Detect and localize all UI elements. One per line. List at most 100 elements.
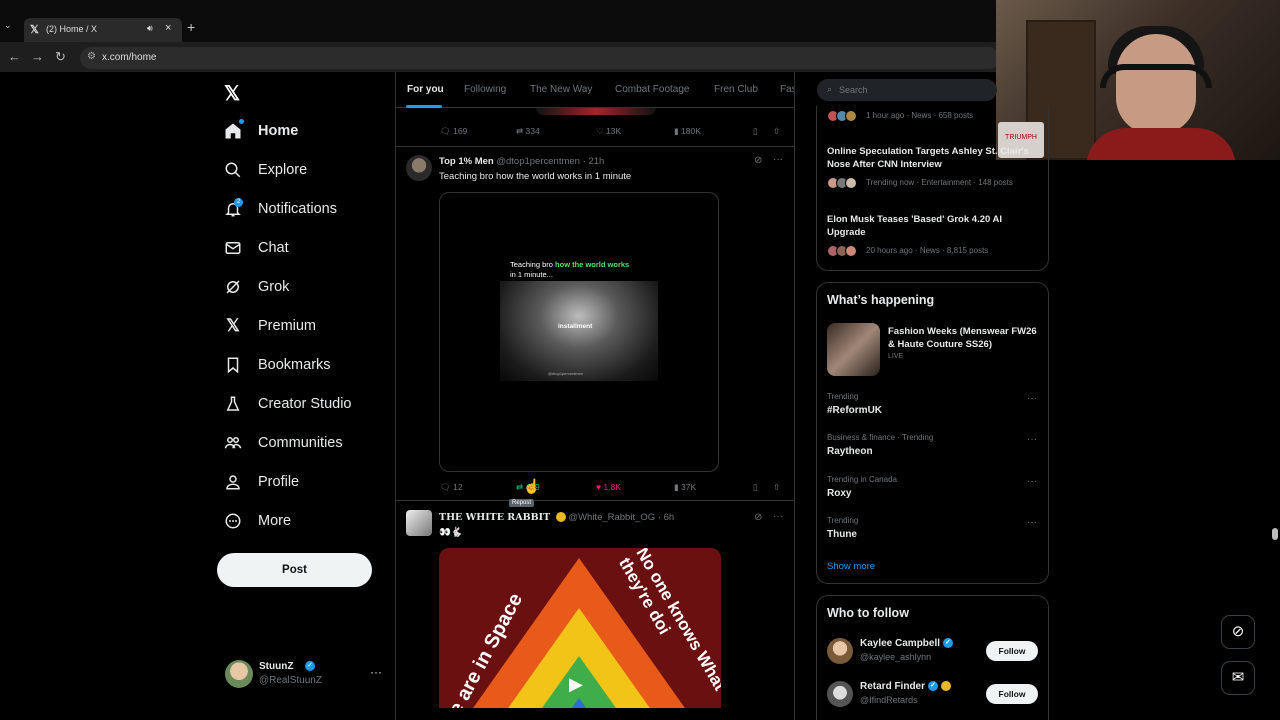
like-button[interactable]: ♥ 1.8K — [596, 482, 621, 492]
trend-more-icon[interactable]: ··· — [1027, 393, 1037, 404]
grok-icon[interactable]: ⊘ — [754, 512, 762, 523]
featured-title[interactable]: Fashion Weeks (Menswear FW26 & Haute Cou… — [888, 325, 1038, 351]
search-placeholder: Search — [839, 85, 868, 95]
speaker-icon[interactable]: 🔊︎ — [147, 23, 153, 34]
nav-chat[interactable]: Chat — [223, 233, 289, 263]
post-text: Teaching bro how the world works in 1 mi… — [439, 171, 632, 182]
account-more-icon[interactable]: ··· — [370, 665, 382, 679]
x-logo[interactable]: 𝕏 — [224, 81, 240, 106]
trend-title[interactable]: Roxy — [827, 488, 851, 499]
url-field[interactable]: ⚙ x.com/home — [80, 47, 1000, 69]
avatar[interactable] — [406, 510, 432, 536]
more-icon[interactable]: ··· — [773, 511, 783, 522]
nav-communities[interactable]: Communities — [223, 428, 343, 458]
trend-more-icon[interactable]: ··· — [1027, 517, 1037, 528]
tab-combat-footage[interactable]: Combat Footage — [615, 84, 690, 95]
nav-more[interactable]: More — [223, 506, 291, 536]
follow-button[interactable]: Follow — [986, 641, 1038, 661]
avatar[interactable] — [827, 638, 853, 664]
new-tab-button[interactable]: + — [187, 19, 195, 35]
tab-fas[interactable]: Fas — [780, 84, 794, 95]
search-input[interactable]: ⌕ Search — [817, 79, 997, 101]
reply-button[interactable]: 🗨︎ 12 — [440, 482, 463, 493]
nav-home[interactable]: Home — [223, 116, 298, 146]
trend-more-icon[interactable]: ··· — [1027, 476, 1037, 487]
trend-more-icon[interactable]: ··· — [1027, 434, 1037, 445]
bookmark-icon[interactable]: ▯ — [753, 482, 758, 493]
reply-button[interactable]: 🗨︎ 169 — [440, 126, 467, 137]
share-icon[interactable]: ⇧ — [773, 126, 780, 137]
nav-bookmarks-label: Bookmarks — [258, 357, 331, 373]
like-count: 13K — [605, 126, 622, 136]
back-icon[interactable]: ← — [8, 49, 21, 64]
nav-creator-studio-label: Creator Studio — [258, 396, 352, 412]
trend-context: Trending in Canada — [827, 475, 897, 484]
trend-title[interactable]: #ReformUK — [827, 405, 882, 416]
repost-button[interactable]: ⇄ 334 — [516, 126, 540, 137]
post-video[interactable]: e are in Space No one knows What they're… — [439, 548, 721, 708]
share-icon[interactable]: ⇧ — [773, 482, 780, 493]
trend-title[interactable]: Raytheon — [827, 446, 873, 457]
nav-creator-studio[interactable]: Creator Studio — [223, 389, 352, 419]
previous-post[interactable]: 🗨︎ 169 ⇄ 334 ♡ 13K ▮ 180K ▯ ⇧ — [396, 108, 794, 147]
nav-bookmarks[interactable]: Bookmarks — [223, 350, 331, 380]
site-info-icon[interactable]: ⚙ — [87, 51, 96, 62]
grok-icon[interactable]: ⊘ — [754, 155, 762, 166]
post-video[interactable]: Teaching bro how the world works in 1 min… — [439, 192, 719, 472]
nav-home-label: Home — [258, 123, 299, 139]
tab-following[interactable]: Following — [464, 84, 506, 95]
suggested-name[interactable]: Kaylee Campbell ✓ — [860, 638, 954, 649]
browser-tab[interactable]: 𝕏 (2) Home / X 🔊︎ × — [24, 18, 182, 42]
nav-explore[interactable]: Explore — [223, 155, 307, 185]
more-circle-icon — [223, 511, 243, 531]
news-avatars — [827, 110, 857, 122]
like-button[interactable]: ♡ 13K — [596, 126, 621, 137]
avatar[interactable] — [406, 155, 432, 181]
nav-profile[interactable]: Profile — [223, 467, 299, 497]
avatar — [225, 660, 253, 688]
close-tab-icon[interactable]: × — [165, 22, 171, 34]
nav-premium-label: Premium — [258, 318, 317, 334]
tab-fren-club[interactable]: Fren Club — [714, 84, 758, 95]
post-author-name[interactable]: THE WHITE RABBIT @White_Rabbit_OG · 6h — [439, 512, 674, 523]
tab-the-new-way[interactable]: The New Way — [530, 84, 592, 95]
forward-icon[interactable]: → — [31, 49, 44, 64]
show-more-link[interactable]: Show more — [827, 561, 875, 572]
nav-communities-label: Communities — [258, 435, 343, 451]
active-tab-indicator — [406, 105, 442, 108]
post-text: 👀🐇 — [439, 527, 463, 538]
post-button[interactable]: Post — [217, 553, 372, 587]
author-handle: @White_Rabbit_OG — [568, 512, 656, 523]
nav-grok[interactable]: Grok — [223, 272, 289, 302]
webcam-shirt — [1086, 128, 1236, 160]
bookmark-icon[interactable]: ▯ — [753, 126, 758, 137]
gold-badge-icon — [941, 681, 952, 692]
featured-thumbnail[interactable] — [827, 323, 880, 376]
account-switcher[interactable]: StuunZ ✓ @RealStuunZ ··· — [223, 657, 383, 691]
notification-count-badge: 2 — [234, 198, 243, 207]
scrollbar-thumb[interactable] — [1272, 528, 1278, 540]
post1-actions: 🗨︎ 12 ⇄ 419 ♥ 1.8K ▮ 37K ▯ ⇧ — [396, 480, 794, 496]
views-button[interactable]: ▮ 180K — [674, 126, 701, 137]
nav-premium[interactable]: 𝕏 Premium — [223, 311, 316, 341]
trend-title[interactable]: Thune — [827, 529, 857, 540]
post-author-name[interactable]: Top 1% Men @dtop1percentmen · 21h — [439, 156, 604, 167]
home-icon — [223, 121, 243, 141]
tab-list-dropdown[interactable]: ⌄ — [4, 20, 12, 31]
views-button[interactable]: ▮ 37K — [674, 482, 696, 493]
messages-floating-button[interactable]: ✉ — [1221, 661, 1255, 695]
tab-for-you[interactable]: For you — [407, 84, 444, 95]
whats-happening-box: What’s happening Fashion Weeks (Menswear… — [816, 282, 1049, 584]
follow-button[interactable]: Follow — [986, 684, 1038, 704]
grok-floating-button[interactable]: ⊘ — [1221, 615, 1255, 649]
news-title[interactable]: Online Speculation Targets Ashley St. Cl… — [827, 145, 1042, 171]
news-title[interactable]: Elon Musk Teases 'Based' Grok 4.20 AI Up… — [827, 213, 1042, 239]
suggested-name[interactable]: Retard Finder ✓ — [860, 681, 952, 692]
reload-icon[interactable]: ↻ — [55, 49, 66, 65]
trend-context: Trending — [827, 516, 859, 525]
more-icon[interactable]: ··· — [773, 154, 783, 165]
play-icon[interactable]: ▶ — [569, 674, 583, 695]
grok-icon: ⊘ — [1231, 623, 1245, 640]
video-triangle-inner — [543, 698, 615, 708]
avatar[interactable] — [827, 681, 853, 707]
